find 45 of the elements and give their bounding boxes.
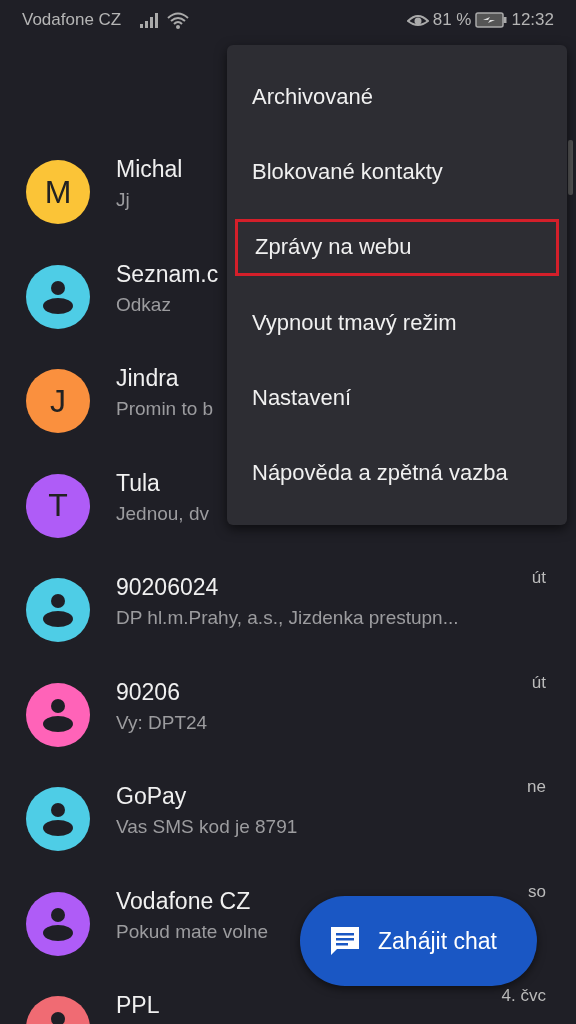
message-preview: Promin to b xyxy=(116,398,214,420)
wifi-icon xyxy=(167,11,190,29)
menu-item[interactable]: Nápověda a zpětná vazba xyxy=(227,435,567,511)
contact-name: GoPay xyxy=(116,783,187,810)
message-preview: Jednou, dv xyxy=(116,502,209,525)
contact-name: PPL xyxy=(116,992,160,1019)
menu-item[interactable]: Blokované kontakty xyxy=(227,134,567,210)
contact-name: Michal xyxy=(116,156,183,183)
message-preview: Pokud mate volne xyxy=(116,920,269,943)
battery-percent: 81 % xyxy=(432,10,472,30)
message-preview: Odkaz xyxy=(116,293,171,316)
avatar: M xyxy=(26,160,90,224)
avatar: T xyxy=(26,473,90,538)
person-icon xyxy=(41,905,75,942)
scrollbar xyxy=(568,140,573,195)
message-preview: DP hl.m.Prahy, a.s., Jizdenka prestupn... xyxy=(116,607,459,629)
person-icon xyxy=(41,278,75,315)
menu-item[interactable]: Zprávy na webu xyxy=(235,218,559,276)
message-preview: Vy: DPT24 xyxy=(116,711,208,734)
contact-name: Seznam.c xyxy=(116,260,219,288)
person-icon xyxy=(41,696,75,733)
message-time: út xyxy=(531,672,546,693)
message-time: 4. čvc xyxy=(501,986,546,1006)
battery-icon xyxy=(475,12,508,28)
signal-icon xyxy=(139,12,160,28)
message-time: ne xyxy=(527,777,546,797)
menu-item[interactable]: Vypnout tmavý režim xyxy=(227,284,567,361)
contact-name: Vodafone CZ xyxy=(116,887,251,915)
contact-name: 90206024 xyxy=(116,574,219,601)
carrier-name: Vodafone CZ xyxy=(22,10,122,30)
contact-name: 90206 xyxy=(116,678,180,706)
contact-name: Jindra xyxy=(116,365,179,392)
message-preview: Jj xyxy=(116,189,130,211)
message-preview: Vas SMS kod je 8791 xyxy=(116,816,298,838)
contact-name: Tula xyxy=(116,469,160,497)
eye-icon xyxy=(406,12,429,28)
message-time: út xyxy=(531,568,546,588)
person-icon xyxy=(41,801,75,837)
clock: 12:32 xyxy=(511,10,554,30)
menu-item[interactable]: Nastavení xyxy=(227,360,567,436)
menu-item[interactable]: Archivované xyxy=(227,59,567,135)
start-chat-button[interactable]: Zahájit chat xyxy=(300,896,537,986)
chat-icon xyxy=(328,924,362,958)
person-icon xyxy=(41,592,75,628)
avatar: J xyxy=(26,369,90,433)
